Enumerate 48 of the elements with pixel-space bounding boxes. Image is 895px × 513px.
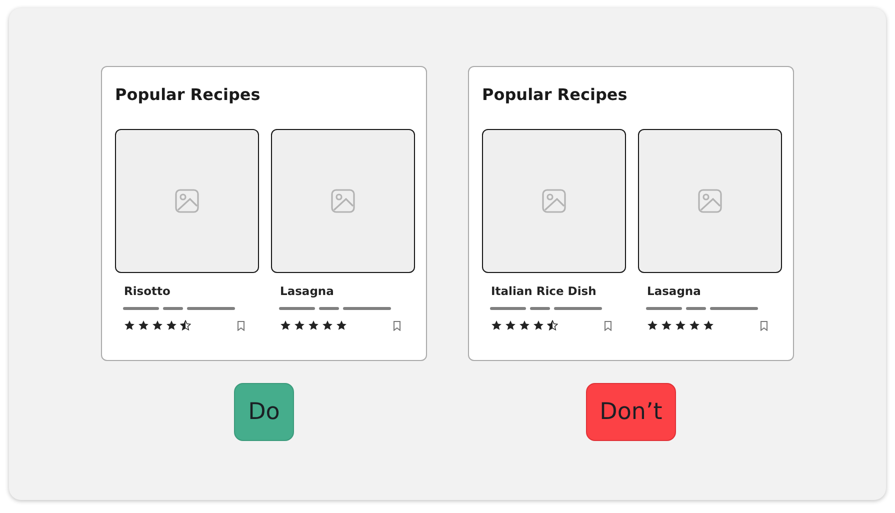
bookmark-icon[interactable] xyxy=(237,320,245,330)
placeholder-line xyxy=(279,307,315,310)
recipe-name: Lasagna xyxy=(647,284,702,298)
placeholder-line xyxy=(646,307,682,310)
placeholder-line xyxy=(530,307,550,310)
placeholder-line xyxy=(686,307,706,310)
image-icon xyxy=(698,189,722,213)
star-icon xyxy=(322,320,333,331)
star-icon xyxy=(647,320,658,331)
recipe-name: Lasagna xyxy=(280,284,335,298)
placeholder-line xyxy=(123,307,159,310)
placeholder-line xyxy=(343,307,391,310)
star-icon xyxy=(675,320,686,331)
bookmark-icon[interactable] xyxy=(760,320,768,330)
star-icon xyxy=(138,320,149,331)
recipe-name: Italian Rice Dish xyxy=(491,284,598,298)
star-icon xyxy=(533,320,544,331)
card-title: Popular Recipes xyxy=(115,85,262,106)
recipe-name: Risotto xyxy=(124,284,172,298)
star-icon xyxy=(505,320,516,331)
placeholder-line xyxy=(163,307,183,310)
bookmark-icon[interactable] xyxy=(604,320,612,330)
star-icon xyxy=(152,320,163,331)
image-icon xyxy=(175,189,199,213)
star-icon xyxy=(308,320,319,331)
placeholder-line xyxy=(319,307,339,310)
placeholder-line xyxy=(554,307,602,310)
star-icon xyxy=(491,320,502,331)
half-star-icon xyxy=(547,320,558,331)
star-icon xyxy=(661,320,672,331)
placeholder-line xyxy=(187,307,235,310)
card-title: Popular Recipes xyxy=(482,85,628,106)
star-icon xyxy=(703,320,714,331)
placeholder-line xyxy=(710,307,758,310)
half-star-icon xyxy=(180,320,191,331)
star-icon xyxy=(336,320,347,331)
image-icon xyxy=(331,189,355,213)
verdict-label: Do xyxy=(234,383,294,441)
image-icon xyxy=(542,189,566,213)
star-icon xyxy=(124,320,135,331)
placeholder-line xyxy=(490,307,526,310)
star-icon xyxy=(689,320,700,331)
bookmark-icon[interactable] xyxy=(393,320,401,330)
star-icon xyxy=(294,320,305,331)
star-icon xyxy=(166,320,177,331)
verdict-label: Don’t xyxy=(586,383,676,441)
star-icon xyxy=(519,320,530,331)
star-icon xyxy=(280,320,291,331)
